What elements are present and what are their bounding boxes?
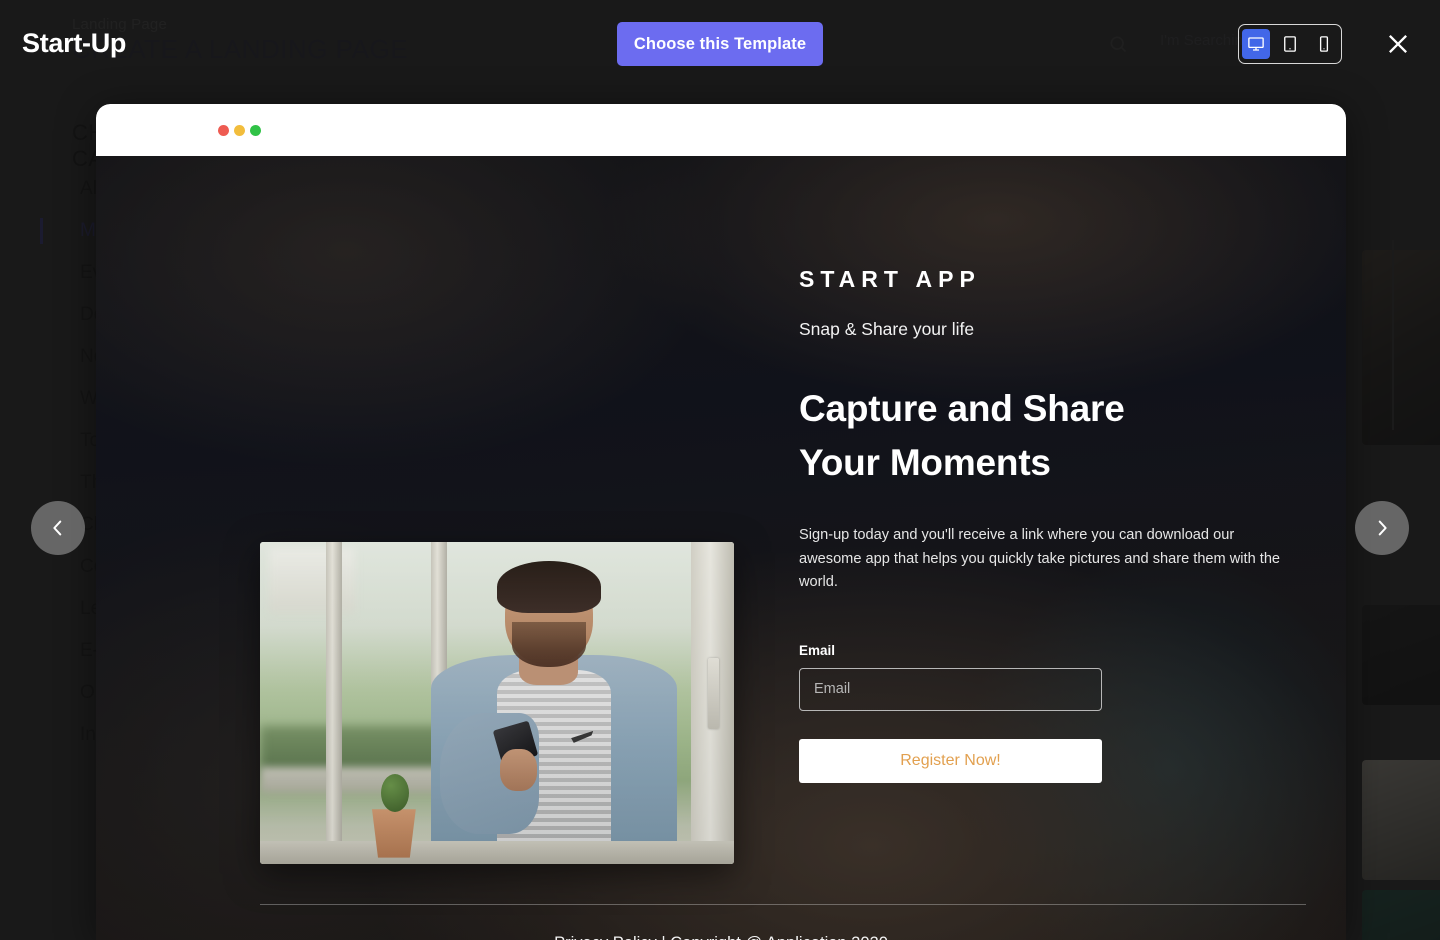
hero-photo-card <box>260 542 734 864</box>
tablet-icon[interactable] <box>1276 29 1304 59</box>
man-with-phone-by-window-photo <box>260 542 734 864</box>
footer-divider <box>260 904 1306 905</box>
footer-text: Privacy Policy | Copyright @ Application… <box>96 934 1346 940</box>
template-name: Start-Up <box>22 28 127 58</box>
hero-subcopy: Sign-up today and you'll receive a link … <box>799 527 1281 591</box>
hero-headline: Capture and Share Your Moments <box>799 388 1125 483</box>
browser-chrome-bar <box>96 104 1346 156</box>
traffic-light-minimize-icon <box>234 125 245 136</box>
mobile-icon[interactable] <box>1310 29 1338 59</box>
hero-content: START APP Snap & Share your life Capture… <box>799 266 1339 783</box>
desktop-icon[interactable] <box>1242 29 1270 59</box>
traffic-light-close-icon <box>218 125 229 136</box>
email-label: Email <box>799 642 836 658</box>
choose-template-button[interactable]: Choose this Template <box>617 22 823 66</box>
email-field[interactable] <box>799 667 1102 711</box>
register-button[interactable]: Register Now! <box>799 738 1102 783</box>
close-icon[interactable] <box>1384 30 1412 58</box>
device-toggle-group <box>1238 24 1342 64</box>
hero-tagline: Snap & Share your life <box>799 319 975 339</box>
traffic-light-maximize-icon <box>250 125 261 136</box>
hero-section: START APP Snap & Share your life Capture… <box>96 156 1346 940</box>
template-preview-window: START APP Snap & Share your life Capture… <box>96 104 1346 940</box>
chevron-left-icon[interactable] <box>31 501 85 555</box>
screen: Landing Page CREATE A LANDING PAGE I'm S… <box>0 0 1440 940</box>
hero-eyebrow: START APP <box>799 266 981 292</box>
chevron-right-icon[interactable] <box>1355 501 1409 555</box>
preview-toolbar: Start-Up Choose this Template <box>0 0 1440 88</box>
